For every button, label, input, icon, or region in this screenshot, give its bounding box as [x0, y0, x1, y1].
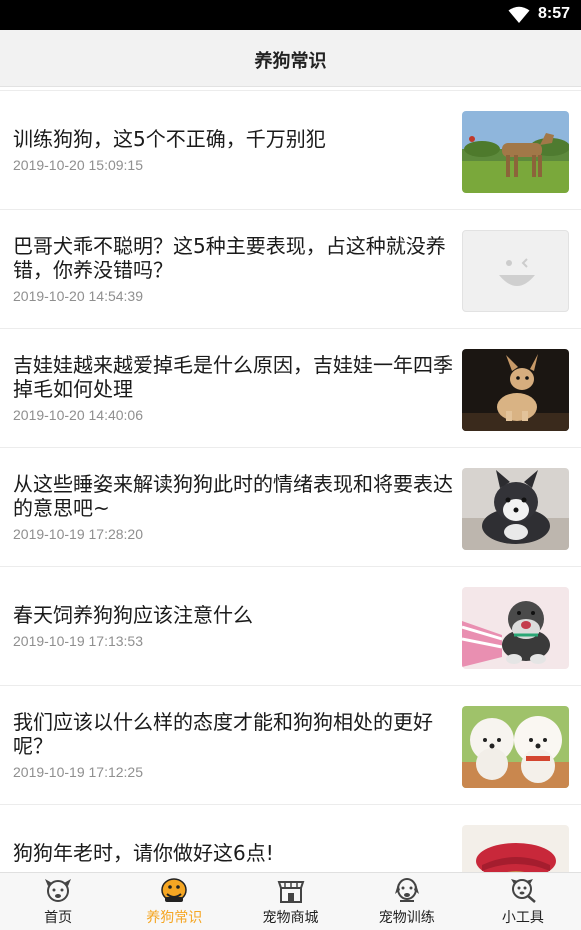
article-title: 巴哥犬乖不聪明？这5种主要表现，占这种就没养错，你养没错吗？ — [13, 234, 446, 282]
article-date: 2019-10-19 17:28:20 — [13, 526, 143, 542]
dog-knowledge-icon — [161, 878, 188, 902]
shop-icon — [277, 881, 304, 903]
article-thumbnail — [462, 587, 569, 669]
article-item[interactable]: 巴哥犬乖不聪明？这5种主要表现，占这种就没养错，你养没错吗？ 2019-10-2… — [0, 210, 581, 329]
nav-label: 小工具 — [501, 910, 544, 926]
nav-home[interactable]: 首页 — [0, 873, 116, 930]
nav-tools[interactable]: 小工具 — [465, 873, 581, 930]
dog-face-icon — [45, 879, 72, 902]
nav-pet-shop[interactable]: 宠物商城 — [232, 873, 348, 930]
status-bar: 8:57 — [0, 0, 581, 30]
nav-pet-training[interactable]: 宠物训练 — [349, 873, 465, 930]
tool-dog-icon — [510, 879, 536, 903]
article-list[interactable]: 训练狗狗，这5个不正确，千万别犯 2019-10-20 15:09:15 巴哥犬… — [0, 87, 581, 872]
article-title: 从这些睡姿来解读狗狗此时的情绪表现和将要表达的意思吧~ — [13, 472, 453, 520]
article-item[interactable]: 狗狗年老时，请你做好这6点! — [0, 805, 581, 872]
page-title: 养狗常识 — [254, 51, 327, 72]
nav-dog-knowledge[interactable]: 养狗常识 — [116, 873, 232, 930]
article-title: 吉娃娃越来越爱掉毛是什么原因，吉娃娃一年四季掉毛如何处理 — [13, 353, 453, 401]
placeholder-image-icon — [462, 230, 569, 312]
nav-label: 首页 — [44, 910, 73, 926]
article-item[interactable]: 吉娃娃越来越爱掉毛是什么原因，吉娃娃一年四季掉毛如何处理 2019-10-20 … — [0, 329, 581, 448]
wifi-icon — [508, 6, 530, 23]
article-date: 2019-10-20 15:09:15 — [13, 157, 143, 173]
article-item[interactable]: 我们应该以什么样的态度才能和狗狗相处的更好呢？ 2019-10-19 17:12… — [0, 686, 581, 805]
header-bar: 养狗常识 — [0, 30, 581, 87]
article-title: 训练狗狗，这5个不正确，千万别犯 — [13, 127, 326, 151]
dog-training-icon — [394, 878, 419, 902]
nav-label: 宠物商城 — [262, 910, 319, 926]
nav-label: 宠物训练 — [378, 910, 435, 926]
article-thumbnail — [462, 349, 569, 431]
article-date: 2019-10-19 17:12:25 — [13, 764, 143, 780]
status-time: 8:57 — [538, 5, 571, 22]
article-title: 我们应该以什么样的态度才能和狗狗相处的更好呢？ — [13, 710, 433, 758]
article-thumbnail — [462, 825, 569, 872]
article-item[interactable]: 从这些睡姿来解读狗狗此时的情绪表现和将要表达的意思吧~ 2019-10-19 1… — [0, 448, 581, 567]
article-thumbnail — [462, 468, 569, 550]
nav-label: 养狗常识 — [146, 910, 203, 926]
article-thumbnail — [462, 111, 569, 193]
article-date: 2019-10-20 14:54:39 — [13, 288, 143, 304]
bottom-nav: 首页 养狗常识 宠物商城 宠物训练 小工具 — [0, 872, 581, 930]
article-date: 2019-10-19 17:13:53 — [13, 633, 143, 649]
article-title: 狗狗年老时，请你做好这6点! — [13, 841, 274, 865]
article-item[interactable]: 训练狗狗，这5个不正确，千万别犯 2019-10-20 15:09:15 — [0, 91, 581, 210]
article-thumbnail — [462, 706, 569, 788]
article-date: 2019-10-20 14:40:06 — [13, 407, 143, 423]
article-item[interactable]: 春天饲养狗狗应该注意什么 2019-10-19 17:13:53 — [0, 567, 581, 686]
article-title: 春天饲养狗狗应该注意什么 — [13, 603, 253, 627]
